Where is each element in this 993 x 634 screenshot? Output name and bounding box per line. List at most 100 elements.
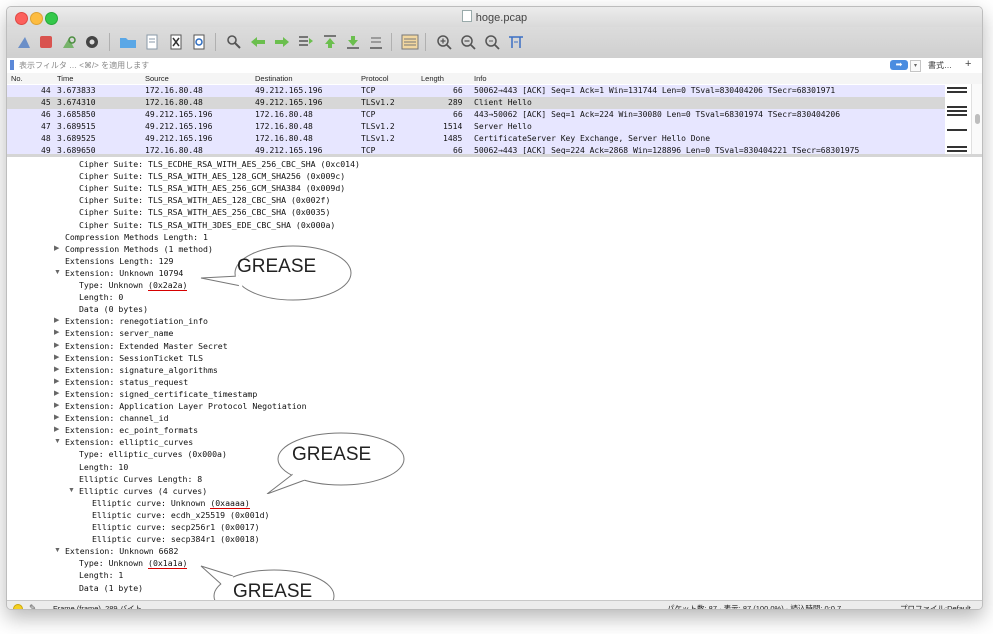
detail-tree-item[interactable]: Type: elliptic_curves (0x000a)	[79, 448, 227, 460]
packet-row[interactable]: 47 3.689515 49.212.165.196 172.16.80.48 …	[7, 121, 945, 133]
detail-tree-item[interactable]: Elliptic curves (4 curves)	[79, 485, 207, 497]
expert-info-icon[interactable]	[13, 604, 23, 609]
detail-tree-item[interactable]: Type: Unknown (0x2a2a)	[79, 279, 188, 291]
close-file-icon[interactable]	[165, 31, 187, 53]
edit-comment-icon[interactable]: ✎	[29, 602, 37, 609]
go-forward-arrow-icon[interactable]	[271, 31, 293, 53]
expanded-triangle-icon[interactable]: ▼	[68, 485, 76, 497]
detail-tree-item[interactable]: Cipher Suite: TLS_RSA_WITH_AES_256_GCM_S…	[79, 182, 345, 194]
detail-tree-item[interactable]: Extension: Extended Master Secret	[65, 340, 228, 352]
column-header-no[interactable]: No.	[11, 73, 23, 84]
display-filter-input[interactable]: 表示フィルタ … <⌘/> を適用します	[19, 59, 149, 72]
packet-list-scrollbar[interactable]	[971, 84, 982, 154]
detail-tree-item[interactable]: Length: 0	[79, 291, 123, 303]
detail-tree-item[interactable]: Cipher Suite: TLS_RSA_WITH_3DES_EDE_CBC_…	[79, 219, 335, 231]
detail-tree-item[interactable]: Extension: elliptic_curves	[65, 436, 193, 448]
zoom-out-icon[interactable]	[457, 31, 479, 53]
detail-tree-item[interactable]: Extension: Application Layer Protocol Ne…	[65, 400, 307, 412]
detail-tree-item[interactable]: Compression Methods Length: 1	[65, 231, 208, 243]
expanded-triangle-icon[interactable]: ▼	[54, 545, 62, 557]
packet-row[interactable]: 48 3.689525 49.212.165.196 172.16.80.48 …	[7, 133, 945, 145]
main-toolbar	[7, 27, 982, 59]
reload-file-icon[interactable]	[188, 31, 210, 53]
packet-row[interactable]: 49 3.689650 172.16.80.48 49.212.165.196 …	[7, 145, 945, 154]
collapsed-triangle-icon[interactable]: ▶	[54, 364, 62, 376]
scrollbar-thumb[interactable]	[975, 114, 980, 124]
add-filter-button[interactable]: +	[965, 58, 971, 71]
detail-tree-item[interactable]: Extension: Unknown 6682	[65, 545, 178, 557]
collapsed-triangle-icon[interactable]: ▶	[54, 315, 62, 327]
packet-minimap[interactable]	[945, 84, 969, 154]
apply-filter-button[interactable]: ➡	[890, 60, 908, 70]
packet-row-selected[interactable]: 45 3.674310 172.16.80.48 49.212.165.196 …	[7, 97, 945, 109]
packet-destination: 49.212.165.196	[255, 146, 323, 154]
go-first-packet-icon[interactable]	[319, 31, 341, 53]
colorize-list-icon[interactable]	[399, 31, 421, 53]
column-header-destination[interactable]: Destination	[255, 73, 293, 84]
detail-tree-item[interactable]: Elliptic curve: ecdh_x25519 (0x001d)	[92, 509, 269, 521]
shark-fin-start-icon[interactable]	[13, 31, 35, 53]
detail-tree-item[interactable]: Extension: ec_point_formats	[65, 424, 198, 436]
filter-history-dropdown[interactable]: ▾	[910, 60, 921, 72]
column-header-info[interactable]: Info	[474, 73, 487, 84]
zoom-normal-icon[interactable]	[481, 31, 503, 53]
detail-tree-item[interactable]: Extension: signature_algorithms	[65, 364, 218, 376]
bookmark-icon[interactable]	[10, 60, 14, 70]
detail-tree-item[interactable]: Type: Unknown (0x1a1a)	[79, 557, 188, 570]
go-last-packet-icon[interactable]	[342, 31, 364, 53]
zoom-in-icon[interactable]	[433, 31, 455, 53]
detail-tree-item[interactable]: Cipher Suite: TLS_RSA_WITH_AES_256_CBC_S…	[79, 206, 330, 218]
stop-capture-icon[interactable]	[35, 31, 57, 53]
detail-tree-item[interactable]: Length: 10	[79, 461, 128, 473]
detail-tree-item[interactable]: Cipher Suite: TLS_RSA_WITH_AES_128_GCM_S…	[79, 170, 345, 182]
detail-tree-item[interactable]: Elliptic curve: secp384r1 (0x0018)	[92, 533, 260, 545]
detail-tree-item[interactable]: Extension: status_request	[65, 376, 188, 388]
detail-tree-item[interactable]: Extension: channel_id	[65, 412, 169, 424]
column-header-length[interactable]: Length	[421, 73, 444, 84]
detail-tree-item[interactable]: Extension: SessionTicket TLS	[65, 352, 203, 364]
collapsed-triangle-icon[interactable]: ▶	[54, 424, 62, 436]
expanded-triangle-icon[interactable]: ▼	[54, 436, 62, 448]
collapsed-triangle-icon[interactable]: ▶	[54, 412, 62, 424]
auto-scroll-icon[interactable]	[365, 31, 387, 53]
status-profile[interactable]: プロファイル:Default	[900, 601, 971, 609]
detail-tree-item[interactable]: Elliptic curve: Unknown (0xaaaa)	[92, 497, 250, 509]
resize-columns-icon[interactable]	[505, 31, 527, 53]
column-header-source[interactable]: Source	[145, 73, 169, 84]
find-packet-search-icon[interactable]	[223, 31, 245, 53]
collapsed-triangle-icon[interactable]: ▶	[54, 340, 62, 352]
go-back-arrow-icon[interactable]	[247, 31, 269, 53]
detail-tree-item[interactable]: Elliptic Curves Length: 8	[79, 473, 202, 485]
collapsed-triangle-icon[interactable]: ▶	[54, 327, 62, 339]
collapsed-triangle-icon[interactable]: ▶	[54, 243, 62, 255]
detail-tree-item[interactable]: Data (1 byte)	[79, 582, 143, 594]
collapsed-triangle-icon[interactable]: ▶	[54, 400, 62, 412]
detail-tree-item[interactable]: Data (0 bytes)	[79, 303, 148, 315]
collapsed-triangle-icon[interactable]: ▶	[54, 388, 62, 400]
open-folder-icon[interactable]	[117, 31, 139, 53]
detail-tree-item[interactable]: Extension: renegotiation_info	[65, 315, 208, 327]
collapsed-triangle-icon[interactable]: ▶	[54, 376, 62, 388]
detail-tree-item[interactable]: Length: 1	[79, 569, 123, 581]
packet-row[interactable]: 44 3.673833 172.16.80.48 49.212.165.196 …	[7, 85, 945, 97]
packet-row[interactable]: 46 3.685850 49.212.165.196 172.16.80.48 …	[7, 109, 945, 121]
restart-capture-icon[interactable]	[58, 31, 80, 53]
column-header-protocol[interactable]: Protocol	[361, 73, 389, 84]
file-icon[interactable]	[141, 31, 163, 53]
column-header-time[interactable]: Time	[57, 73, 73, 84]
detail-tree-item[interactable]: Cipher Suite: TLS_ECDHE_RSA_WITH_AES_256…	[79, 158, 360, 170]
detail-tree-item[interactable]: Cipher Suite: TLS_RSA_WITH_AES_128_CBC_S…	[79, 194, 330, 206]
filter-expression-button[interactable]: 書式…	[928, 59, 952, 72]
detail-tree-item[interactable]: Extensions Length: 129	[65, 255, 173, 267]
detail-tree-item[interactable]: Extension: server_name	[65, 327, 173, 339]
detail-tree-item[interactable]: Extension: signed_certificate_timestamp	[65, 388, 257, 400]
expanded-triangle-icon[interactable]: ▼	[54, 267, 62, 279]
go-to-packet-icon[interactable]	[295, 31, 317, 53]
detail-tree-item[interactable]: Compression Methods (1 method)	[65, 243, 213, 255]
detail-tree-item[interactable]: Elliptic curve: secp256r1 (0x0017)	[92, 521, 260, 533]
collapsed-triangle-icon[interactable]: ▶	[54, 352, 62, 364]
detail-text: Length: 10	[79, 461, 129, 472]
packet-protocol: TLSv1.2	[361, 122, 395, 131]
detail-tree-item[interactable]: Extension: Unknown 10794	[65, 267, 183, 279]
capture-options-gear-icon[interactable]	[81, 31, 103, 53]
